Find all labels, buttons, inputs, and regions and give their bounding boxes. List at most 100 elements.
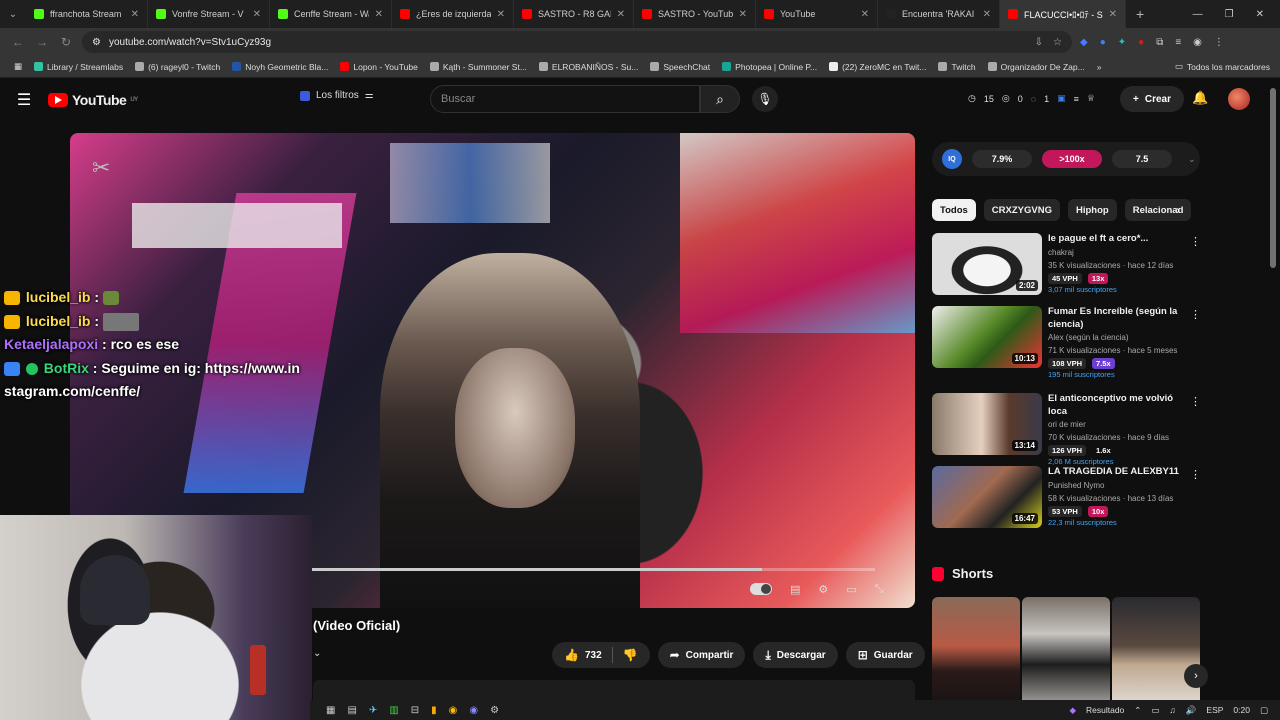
extension-icon[interactable]: ✦ [1118, 37, 1126, 48]
chevron-right-icon[interactable]: › [1176, 203, 1180, 217]
app-icon[interactable]: ✈ [369, 705, 377, 716]
restore-icon[interactable]: ❐ [1225, 9, 1234, 20]
app-icon[interactable]: ▥ [389, 705, 398, 716]
recommendation-title[interactable]: LA TRAGEDIA DE ALEXBY11 [1048, 466, 1193, 479]
trophy-icon[interactable]: ♕ [1087, 93, 1095, 104]
browser-tab[interactable]: SASTRO - R8 GALAC ✕ [514, 0, 634, 28]
recommendation-item[interactable]: 13:14 El anticonceptivo me volvió loca ori… [932, 393, 1202, 466]
download-button[interactable]: ⤓ Descargar [753, 642, 838, 668]
new-tab-button[interactable]: + [1126, 6, 1154, 22]
app-icon[interactable]: ⚙ [490, 705, 499, 716]
iq-icon[interactable]: ▣ [1057, 93, 1066, 104]
back-icon[interactable]: ← [6, 35, 30, 49]
tab-close-icon[interactable]: ✕ [497, 9, 505, 20]
close-window-icon[interactable]: ✕ [1256, 9, 1264, 20]
extension-icon[interactable]: ● [1100, 37, 1106, 48]
chevron-up-icon[interactable]: ⌃ [1134, 705, 1141, 716]
recommendation-title[interactable]: Fumar Es Increíble (según la ciencia) [1048, 306, 1193, 331]
browser-tab[interactable]: YouTube ✕ [756, 0, 878, 28]
scrollbar-thumb[interactable] [1270, 88, 1276, 268]
autoplay-toggle[interactable] [750, 583, 772, 595]
subtitles-icon[interactable]: ▤ [790, 583, 800, 596]
filter-chip[interactable]: Todos [932, 199, 976, 221]
more-options-icon[interactable]: ⋮ [1190, 235, 1201, 248]
notifications-bell-icon[interactable]: 🔔 [1192, 90, 1208, 106]
browser-tab[interactable]: Cenffe Stream - Watc ✕ [270, 0, 392, 28]
thumbs-down-icon[interactable]: 👎 [623, 648, 638, 662]
bookmark-item[interactable]: (6) rageyl0 - Twitch [129, 62, 226, 72]
bookmark-item[interactable]: Kąth - Summoner St... [424, 62, 533, 72]
menu-icon[interactable]: ☰ [0, 90, 48, 110]
bookmark-item[interactable]: Noyh Geometric Bla... [226, 62, 334, 72]
extension-icon[interactable]: ◆ [1080, 37, 1088, 48]
create-button[interactable]: + Crear [1120, 86, 1184, 112]
app-icon[interactable]: ▮ [431, 705, 437, 716]
tab-close-icon[interactable]: ✕ [739, 9, 747, 20]
progress-bar[interactable] [310, 568, 875, 571]
bookmark-item[interactable]: Photopea | Online P... [716, 62, 823, 72]
app-icon[interactable]: ▤ [347, 705, 356, 716]
bookmark-item[interactable]: Lopon - YouTube [334, 62, 423, 72]
bookmark-item[interactable]: Organizador De Zap... [982, 62, 1091, 72]
browser-tab[interactable]: ¿Eres de izquierda o d ✕ [392, 0, 514, 28]
tab-search-icon[interactable]: ⌄ [0, 0, 26, 28]
chevron-right-icon[interactable]: › [1184, 664, 1208, 688]
tab-close-icon[interactable]: ✕ [1109, 9, 1117, 20]
bookmark-item[interactable]: ELROBANIÑOS - Su... [533, 62, 644, 72]
tray-app-icon[interactable]: ◆ [1069, 705, 1076, 716]
network-icon[interactable]: ▭ [1151, 705, 1159, 716]
install-icon[interactable]: ⇩ [1035, 37, 1043, 48]
description-box[interactable] [313, 680, 915, 702]
settings-gear-icon[interactable]: ⚙ [818, 583, 828, 596]
fullscreen-exit-icon[interactable]: ⤡ [875, 583, 884, 596]
bookmark-item[interactable]: SpeechChat [644, 62, 716, 72]
bookmark-item[interactable]: (22) ZeroMC en Twit... [823, 62, 932, 72]
filter-chip[interactable]: Relacionad [1124, 199, 1192, 221]
media-icon[interactable]: ≡ [1175, 37, 1181, 48]
app-icon[interactable]: ◉ [469, 705, 478, 716]
video-thumbnail[interactable]: 10:13 [932, 306, 1042, 368]
all-bookmarks[interactable]: ▭ Todos los marcadores [1175, 61, 1280, 72]
tab-close-icon[interactable]: ✕ [617, 9, 625, 20]
search-input[interactable]: Buscar [430, 85, 700, 113]
more-options-icon[interactable]: ⋮ [1190, 395, 1201, 408]
app-icon[interactable]: ▦ [326, 705, 335, 716]
bookmark-star-icon[interactable]: ☆ [1053, 37, 1062, 48]
chrome-icon[interactable]: ◉ [449, 705, 458, 716]
url-bar[interactable]: ⚙ youtube.com/watch?v=Stv1uCyz93g ⇩ ☆ [82, 31, 1072, 53]
tab-close-icon[interactable]: ✕ [131, 9, 139, 20]
search-button[interactable]: ⌕ [700, 85, 740, 113]
like-button[interactable]: 👍 732 👎 [552, 642, 650, 668]
app-icon[interactable]: ⊟ [411, 705, 419, 716]
browser-tab[interactable]: ffranchota Stream ✕ [26, 0, 148, 28]
save-button[interactable]: ⊞ Guardar [845, 642, 925, 668]
notifications-icon[interactable]: ▢ [1260, 705, 1268, 716]
apps-icon[interactable]: ▦ [8, 61, 28, 72]
puzzle-icon[interactable]: ⧉ [1156, 37, 1163, 48]
youtube-logo[interactable]: YouTube UY [48, 92, 138, 108]
recommendation-title[interactable]: le pague el ft a cero*... [1048, 233, 1193, 246]
channel-name[interactable]: ori de mier [1048, 418, 1193, 431]
scrollbar[interactable] [1270, 88, 1276, 698]
forward-icon[interactable]: → [30, 35, 54, 49]
filter-chip[interactable]: Hiphop [1067, 199, 1117, 221]
url-text[interactable]: youtube.com/watch?v=Stv1uCyz93g [109, 37, 271, 48]
miniplayer-icon[interactable]: ▭ [846, 583, 856, 596]
tab-close-icon[interactable]: ✕ [375, 9, 383, 20]
bookmark-item[interactable]: Library / Streamlabs [28, 62, 129, 72]
channel-name[interactable]: chakraj [1048, 246, 1193, 259]
browser-tab[interactable]: Vonfre Stream - V ✕ [148, 0, 270, 28]
channel-name[interactable]: Alex (según la ciencia) [1048, 331, 1193, 344]
browser-tab[interactable]: Encuentra 'RAKAI DA ✕ [878, 0, 1000, 28]
volume-icon[interactable]: 🔊 [1186, 705, 1197, 716]
recommendation-title[interactable]: El anticonceptivo me volvió loca [1048, 393, 1193, 418]
tab-close-icon[interactable]: ✕ [861, 9, 869, 20]
tab-close-icon[interactable]: ✕ [983, 9, 991, 20]
list-icon[interactable]: ≡ [1074, 94, 1079, 104]
voice-search-icon[interactable]: 🎙 [752, 86, 778, 112]
extension-icon[interactable]: ● [1138, 37, 1144, 48]
channel-name[interactable]: Punished Nymo [1048, 479, 1193, 492]
recommendation-item[interactable]: 10:13 Fumar Es Increíble (según la cienci… [932, 306, 1202, 379]
bookmark-item[interactable]: Twitch [932, 62, 981, 72]
video-thumbnail[interactable]: 13:14 [932, 393, 1042, 455]
